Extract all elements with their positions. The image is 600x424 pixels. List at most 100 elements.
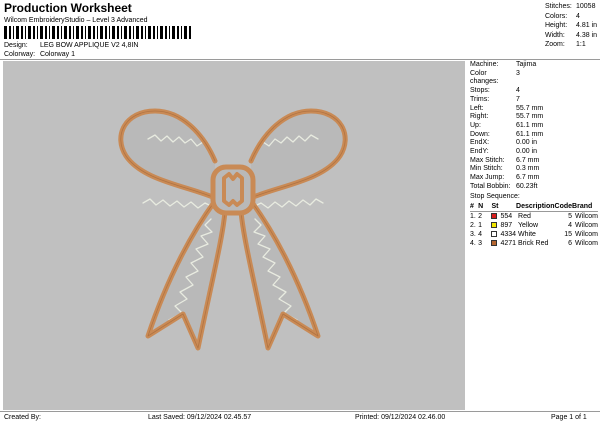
machine-info-label: Max Jump: [470, 174, 505, 182]
seq-num: 1. [470, 213, 476, 221]
stat-stitches: Stitches: 10058 [545, 3, 596, 10]
machine-info-value: 6.7 mm [516, 174, 540, 182]
machine-info-value: 7 [516, 95, 520, 103]
seq-stitches-cell: 554 [491, 212, 516, 222]
seq-needle: 2 [478, 213, 483, 221]
footer-last-saved: Last Saved: 09/12/2024 02.45.57 [148, 414, 252, 421]
machine-info-row: EndY: 0.00 in [470, 148, 598, 157]
seq-stitches-cell: 897 [491, 221, 516, 230]
header-divider [0, 59, 600, 60]
design-stats: Stitches: 10058 Colors: 4 Height: 4.81 in W… [545, 2, 597, 50]
seq-code: 4 [568, 222, 573, 230]
machine-info-row: Min Stitch: 0.3 mm [470, 165, 598, 174]
machine-info-row: Down: 61.1 mm [470, 131, 598, 140]
design-value: LEG BOW APPLIQUE V2 4,8IN [39, 42, 139, 49]
col-description: Description [516, 203, 555, 213]
machine-info-label: Up: [470, 121, 481, 129]
col-num: # [470, 203, 479, 213]
left-loop-fill [120, 111, 215, 198]
machine-info-row: Up: 61.1 mm [470, 122, 598, 131]
seq-stitches: 4334 [500, 231, 517, 239]
machine-info-value: 61.1 mm [516, 121, 544, 129]
machine-info-value: 0.3 mm [516, 165, 540, 173]
col-code: Code [554, 203, 573, 213]
colorway-label: Colorway: [4, 51, 36, 58]
machine-info-row: Machine: Tajima [470, 61, 598, 70]
machine-info-value: 61.1 mm [516, 130, 544, 138]
seq-needle: 3 [478, 240, 483, 248]
seq-stitches: 897 [500, 222, 513, 230]
machine-info-label: Color changes: [470, 69, 499, 86]
seq-brand: Wilcom [575, 213, 598, 221]
stop-sequence-title: Stop Sequence: [470, 192, 520, 200]
bow-applique-design [118, 108, 348, 351]
seq-brand: Wilcom [575, 231, 598, 239]
machine-info-row: Trims: 7 [470, 96, 598, 105]
machine-info-value: 0.00 in [516, 139, 538, 147]
seq-description: Brick Red [518, 240, 549, 248]
machine-info-row: Max Stitch: 6.7 mm [470, 157, 598, 166]
machine-info-value: 55.7 mm [516, 113, 544, 121]
seq-code: 5 [568, 213, 573, 221]
seq-stitches: 554 [500, 213, 513, 221]
machine-info-panel: Machine: Tajima Color changes: 3 Stops: 4 Trim… [470, 61, 598, 248]
machine-info-value: Tajima [516, 61, 537, 68]
machine-info-label: Left: [470, 104, 484, 112]
color-swatch [491, 222, 498, 229]
seq-description: Red [518, 213, 531, 221]
stat-width: Width: 4.38 in [545, 31, 598, 39]
footer-divider [0, 411, 600, 412]
stop-sequence-row: 2. 1 897 Yellow 4 Wilcom [470, 221, 598, 230]
bow-knot [210, 164, 256, 216]
machine-info-row: Stops: 4 [470, 87, 598, 96]
machine-info-label: Down: [470, 130, 490, 138]
machine-info-row: Color changes: 3 [470, 70, 598, 87]
machine-info-row: EndX: 0.00 in [470, 139, 598, 148]
machine-info-label: Trims: [470, 95, 490, 103]
machine-info-row: Right: 55.7 mm [470, 113, 598, 122]
stop-sequence-row: 1. 2 554 Red 5 Wilcom [470, 212, 598, 222]
machine-info-value: 6.7 mm [516, 156, 540, 164]
footer-printed: Printed: 09/12/2024 02.46.00 [355, 414, 446, 421]
stat-height: Height: 4.81 in [545, 22, 598, 30]
seq-description: Yellow [518, 222, 539, 230]
stitch-right-lower [254, 198, 324, 209]
stop-sequence-row: 4. 3 4271 Brick Red 6 Wilcom [470, 239, 598, 248]
design-preview-canvas[interactable] [3, 61, 465, 410]
color-swatch [491, 213, 498, 220]
machine-info-row: Max Jump: 6.7 mm [470, 174, 598, 183]
seq-stitches-cell: 4271 [491, 239, 516, 248]
seq-brand: Wilcom [575, 240, 598, 248]
seq-needle: 1 [478, 222, 483, 230]
right-loop-fill [251, 111, 346, 198]
seq-code: 6 [568, 240, 573, 248]
page-title: Production Worksheet [4, 1, 132, 15]
machine-info-row: Total Bobbin: 60.23ft [470, 183, 598, 192]
machine-info-label: Right: [470, 113, 489, 121]
color-swatch [491, 231, 498, 238]
machine-info-value: 4 [516, 87, 520, 95]
machine-info-value: 55.7 mm [516, 104, 544, 112]
colorway-value: Colorway 1 [39, 51, 75, 58]
footer-page: Page 1 of 1 [551, 414, 587, 421]
machine-info-value: 60.23ft [516, 182, 538, 190]
stop-sequence-table: # N St Description Code Brand 1. 2 554 Red 5… [470, 203, 598, 248]
machine-info-label: EndY: [470, 148, 489, 156]
seq-needle: 4 [478, 231, 483, 239]
design-row: Design: LEG BOW APPLIQUE V2 4,8IN [4, 42, 138, 49]
colorway-row: Colorway: Colorway 1 [4, 51, 75, 58]
col-st: St [491, 203, 517, 213]
stitch-left-lower [142, 198, 212, 209]
machine-info-value: 3 [516, 69, 520, 77]
seq-description: White [518, 231, 536, 239]
stat-colors: Colors: 4 [545, 12, 580, 20]
seq-num: 3. [470, 231, 476, 239]
seq-num: 2. [470, 222, 476, 230]
stop-sequence-header: # N St Description Code Brand [470, 203, 598, 213]
design-label: Design: [4, 42, 28, 49]
seq-stitches-cell: 4334 [491, 230, 516, 239]
machine-info-label: Total Bobbin: [470, 182, 511, 190]
seq-stitches: 4271 [500, 240, 517, 248]
seq-code: 15 [564, 231, 573, 239]
machine-info-label: Min Stitch: [470, 165, 503, 173]
